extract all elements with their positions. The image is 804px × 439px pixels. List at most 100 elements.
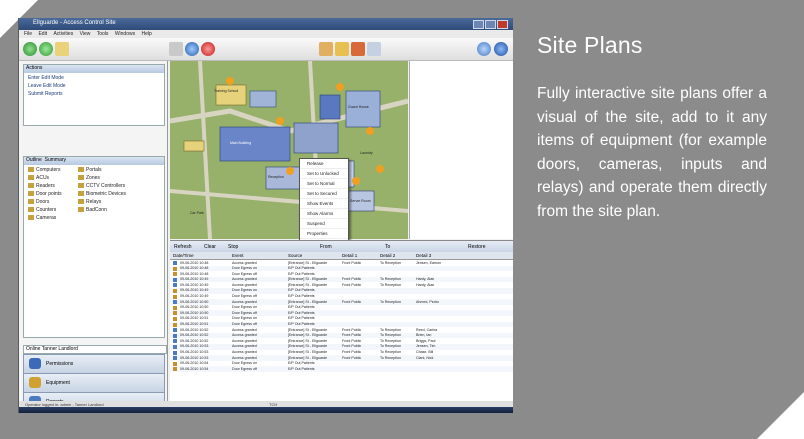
table-cell: Jensen, Tim xyxy=(416,344,436,349)
table-cell: [Entrance] St - Ellguarde xyxy=(288,299,328,304)
people-icon[interactable] xyxy=(335,42,349,56)
alarm-icon[interactable] xyxy=(201,42,215,56)
home-icon[interactable] xyxy=(55,42,69,56)
tab-outline[interactable]: Outline xyxy=(26,157,42,163)
events-stop-button[interactable]: Stop xyxy=(228,244,238,250)
table-cell: Front Public xyxy=(342,344,362,349)
window-icon[interactable] xyxy=(367,42,381,56)
access-icon xyxy=(173,350,177,355)
door-icon xyxy=(173,294,177,299)
col-detail1[interactable]: Detail 1 xyxy=(342,253,357,258)
item-biometric[interactable]: Biometric Devices xyxy=(78,191,126,197)
item-counters[interactable]: Counters xyxy=(28,207,56,213)
map-label-main: Main Building xyxy=(230,141,252,145)
table-cell: Access granted xyxy=(232,350,257,354)
col-detail2[interactable]: Detail 2 xyxy=(380,253,395,258)
events-restore-button[interactable]: Restore xyxy=(468,244,486,250)
menu-view[interactable]: View xyxy=(80,31,91,37)
col-detail3[interactable]: Detail 3 xyxy=(416,253,431,258)
item-portals[interactable]: Portals xyxy=(78,167,102,173)
map-label-guard: Guard House xyxy=(348,105,369,109)
item-cameras[interactable]: Cameras xyxy=(28,215,56,221)
outline-tabs: Outline Summary xyxy=(24,157,164,165)
table-cell: 09-06-2010 10:51 xyxy=(180,322,209,327)
item-acus[interactable]: ACUs xyxy=(28,175,49,181)
actions-panel: Actions Enter Edit Mode Leave Edit Mode … xyxy=(23,64,165,126)
table-cell: Access granted xyxy=(232,299,257,304)
menu-activities[interactable]: Activities xyxy=(53,31,73,37)
table-cell: To Reception xyxy=(380,260,401,265)
col-datetime[interactable]: Date/Time xyxy=(173,253,194,258)
table-cell: Jensen, Eamon xyxy=(416,260,441,265)
table-cell: To Reception xyxy=(380,355,401,360)
nav-equipment[interactable]: Equipment xyxy=(23,373,165,393)
table-cell: [Entrance] St - Ellguarde xyxy=(288,260,328,265)
help-icon[interactable] xyxy=(494,42,508,56)
maximize-button[interactable] xyxy=(485,20,496,29)
table-cell: Front Public xyxy=(342,350,362,354)
item-relays[interactable]: Relays xyxy=(78,199,101,205)
action-leave-edit[interactable]: Leave Edit Mode xyxy=(28,83,164,89)
menu-edit[interactable]: Edit xyxy=(38,31,47,37)
left-pane: Actions Enter Edit Mode Leave Edit Mode … xyxy=(19,61,168,412)
ctx-show-alarms[interactable]: Show Alarms xyxy=(300,209,348,219)
events-clear-button[interactable]: Clear xyxy=(204,244,216,250)
item-doors[interactable]: Doors xyxy=(28,199,49,205)
equipment-icon[interactable] xyxy=(351,42,365,56)
table-cell: 09-06-2010 10:53 xyxy=(180,355,209,360)
people-icon xyxy=(29,358,41,369)
item-door-points[interactable]: Door points xyxy=(28,191,62,197)
action-enter-edit[interactable]: Enter Edit Mode xyxy=(28,75,164,81)
chat-icon[interactable] xyxy=(477,42,491,56)
app-screenshot: Ellguarde - Access Control Site File Edi… xyxy=(18,18,513,413)
item-computers[interactable]: Computers xyxy=(28,167,60,173)
table-cell: Door Egress on xyxy=(232,361,257,366)
menu-tools[interactable]: Tools xyxy=(97,31,109,37)
ctx-unlocked[interactable]: Set to Unlocked xyxy=(300,169,348,179)
camera-icon[interactable] xyxy=(185,42,199,56)
item-cctv[interactable]: CCTV Controllers xyxy=(78,183,125,189)
ctx-suspend[interactable]: Suspend xyxy=(300,219,348,229)
ctx-secured[interactable]: Set to Secured xyxy=(300,189,348,199)
ctx-show-events[interactable]: Show Events xyxy=(300,199,348,209)
door-icon xyxy=(173,361,177,366)
menu-help[interactable]: Help xyxy=(142,31,152,37)
table-cell: To Reception xyxy=(380,327,401,332)
item-zones[interactable]: Zones xyxy=(78,175,100,181)
table-row[interactable]: 09-06-2010 10:54 Door Egress off E/P Out P… xyxy=(170,366,513,372)
nav-permissions[interactable]: Permissions xyxy=(23,354,165,374)
table-cell: Clark, Nick xyxy=(416,355,434,360)
menu-file[interactable]: File xyxy=(24,31,32,37)
minimize-button[interactable] xyxy=(473,20,484,29)
door-icon xyxy=(173,322,177,327)
door-icon xyxy=(173,311,177,316)
context-menu: Release Set to Unlocked Set to Normal Se… xyxy=(299,158,349,248)
pointer-icon[interactable] xyxy=(169,42,183,56)
close-button[interactable] xyxy=(497,20,508,29)
ctx-normal[interactable]: Set to Normal xyxy=(300,179,348,189)
site-plan-map[interactable]: Training School Main Building Reception … xyxy=(170,61,408,239)
table-cell: To Reception xyxy=(380,338,401,343)
table-cell: Front Public xyxy=(342,333,362,338)
tab-summary[interactable]: Summary xyxy=(45,157,66,163)
table-cell: Access granted xyxy=(232,260,257,265)
ctx-release[interactable]: Release xyxy=(300,159,348,169)
col-event[interactable]: Event xyxy=(232,253,244,258)
events-panel: Refresh Clear Stop From To Restore Date/… xyxy=(170,240,513,401)
menu-windows[interactable]: Windows xyxy=(115,31,135,37)
table-cell: Door Egress off xyxy=(232,322,257,327)
actions-header: Actions xyxy=(24,65,164,73)
back-icon[interactable] xyxy=(23,42,37,56)
report-icon[interactable] xyxy=(319,42,333,56)
col-source[interactable]: Source xyxy=(288,253,302,258)
item-badconn[interactable]: BadConn xyxy=(78,207,107,213)
menu-bar: File Edit Activities View Tools Windows … xyxy=(19,30,513,38)
site-selector[interactable]: Online Tanner Landlord xyxy=(23,345,167,354)
item-readers[interactable]: Readers xyxy=(28,183,55,189)
table-cell: [Entrance] St - Ellguarde xyxy=(288,338,328,343)
action-submit-reports[interactable]: Submit Reports xyxy=(28,91,164,97)
table-cell: E/P Out Patients xyxy=(288,361,315,366)
ctx-properties[interactable]: Properties xyxy=(300,229,348,239)
forward-icon[interactable] xyxy=(39,42,53,56)
events-refresh-button[interactable]: Refresh xyxy=(174,244,192,250)
